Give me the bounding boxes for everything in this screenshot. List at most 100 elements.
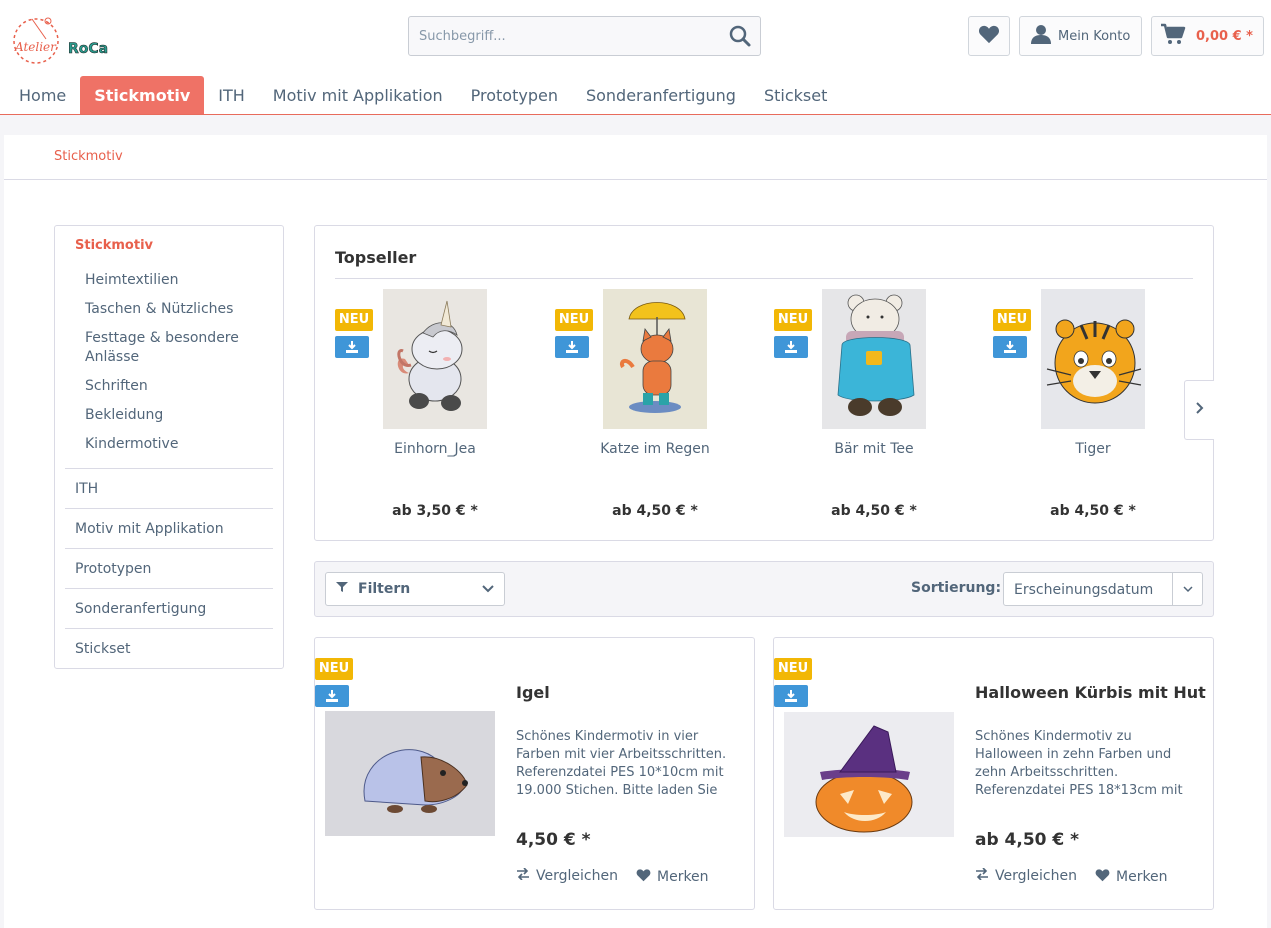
cart-button[interactable]: 0,00 € *	[1151, 16, 1264, 56]
nav-item-motiv-mit-applikation[interactable]: Motiv mit Applikation	[259, 76, 457, 114]
nav-item-home[interactable]: Home	[5, 76, 80, 114]
heart-icon	[978, 24, 1000, 48]
sort-select[interactable]: Erscheinungsdatum	[1003, 572, 1203, 606]
sidebar-item-stickmotiv[interactable]: Stickmotiv	[75, 238, 153, 253]
breadcrumb-item[interactable]: Stickmotiv	[54, 149, 123, 164]
sidebar-subitem[interactable]: Kindermotive	[85, 435, 255, 454]
topseller-item[interactable]: NEU Bär mit Tee ab 4,50 € *	[774, 289, 974, 529]
topseller-item-price: ab 3,50 € *	[392, 503, 478, 519]
topseller-item-name[interactable]: Tiger	[993, 441, 1193, 457]
download-icon	[315, 685, 349, 707]
nav-item-ith[interactable]: ITH	[204, 76, 259, 114]
wishlist-label: Merken	[1116, 869, 1168, 885]
svg-text:RoCa: RoCa	[68, 41, 108, 57]
new-badge: NEU	[555, 309, 593, 331]
nav-item-sonderanfertigung[interactable]: Sonderanfertigung	[572, 76, 750, 114]
chevron-down-icon	[1172, 573, 1202, 605]
compare-label: Vergleichen	[536, 868, 618, 884]
topseller-item-price: ab 4,50 € *	[831, 503, 917, 519]
sidebar-item-stickset[interactable]: Stickset	[75, 641, 130, 657]
compare-icon	[975, 867, 989, 884]
listing-actions: Filtern Sortierung: Erscheinungsdatum	[314, 561, 1214, 617]
breadcrumb: Stickmotiv	[4, 135, 1267, 180]
product-price: ab 4,50 € *	[975, 830, 1080, 850]
sidebar-item-prototypen[interactable]: Prototypen	[75, 561, 151, 577]
compare-button[interactable]: Vergleichen	[516, 867, 618, 884]
topseller-item[interactable]: NEU Einhorn_Jea ab 3,50 € *	[335, 289, 535, 529]
topseller-slider: Topseller NEU Einhorn_Jea ab 3,50 € * NE…	[314, 225, 1214, 541]
product-card: NEU Halloween Kürbis mit Hut Schönes Kin…	[773, 637, 1214, 910]
logo-graphic: Atelier RoCa	[13, 17, 108, 64]
product-title[interactable]: Halloween Kürbis mit Hut	[975, 683, 1206, 702]
sort-select-value: Erscheinungsdatum	[1014, 582, 1154, 598]
compare-button[interactable]: Vergleichen	[975, 867, 1077, 884]
download-icon	[555, 336, 589, 358]
sidebar-divider	[65, 508, 273, 509]
product-card: NEU Igel Schönes Kindermotiv in vier Far…	[314, 637, 755, 910]
sidebar-item-sonderanfertigung[interactable]: Sonderanfertigung	[75, 601, 206, 617]
sidebar-divider	[65, 588, 273, 589]
heart-icon	[1095, 868, 1110, 886]
logo[interactable]: Atelier RoCa	[12, 15, 116, 67]
wishlist-label: Merken	[657, 869, 709, 885]
product-image-katze-im-regen[interactable]	[603, 289, 707, 429]
main-nav: Home Stickmotiv ITH Motiv mit Applikatio…	[5, 76, 841, 114]
search-icon[interactable]	[728, 24, 752, 48]
download-icon	[774, 685, 808, 707]
topseller-item-name[interactable]: Einhorn_Jea	[335, 441, 535, 457]
topseller-title: Topseller	[335, 248, 417, 267]
cart-icon	[1160, 23, 1186, 49]
filter-button[interactable]: Filtern	[325, 572, 505, 606]
filter-label: Filtern	[358, 581, 411, 597]
download-icon	[335, 336, 369, 358]
chevron-right-icon	[1195, 401, 1205, 419]
product-description: Schönes Kindermotiv zu Halloween in zehn…	[975, 729, 1183, 798]
sort-label: Sortierung:	[911, 580, 1002, 596]
nav-item-prototypen[interactable]: Prototypen	[457, 76, 572, 114]
product-image-baer-mit-tee[interactable]	[822, 289, 926, 429]
sidebar-subitem[interactable]: Taschen & Nützliches	[85, 300, 255, 319]
heart-icon	[636, 868, 651, 886]
download-icon	[774, 336, 808, 358]
sidebar-subitem[interactable]: Heimtextilien	[85, 271, 255, 290]
sidebar-divider	[65, 548, 273, 549]
header-divider	[0, 114, 1271, 115]
topseller-item-name[interactable]: Bär mit Tee	[774, 441, 974, 457]
nav-item-stickmotiv[interactable]: Stickmotiv	[80, 76, 205, 114]
nav-item-stickset[interactable]: Stickset	[750, 76, 841, 114]
topseller-item-name[interactable]: Katze im Regen	[555, 441, 755, 457]
wishlist-add-button[interactable]: Merken	[636, 868, 709, 886]
product-image-tiger[interactable]	[1041, 289, 1145, 429]
new-badge: NEU	[774, 658, 812, 680]
sidebar-subitem[interactable]: Festtage & besondere Anlässe	[85, 329, 255, 367]
product-price: 4,50 € *	[516, 830, 591, 850]
topseller-divider	[335, 278, 1193, 279]
sidebar-subitem[interactable]: Schriften	[85, 377, 255, 396]
cart-total: 0,00 € *	[1196, 28, 1253, 44]
sidebar-subitem[interactable]: Bekleidung	[85, 406, 255, 425]
header: Atelier RoCa Mein Konto 0,00 € * Home St…	[0, 0, 1271, 115]
compare-label: Vergleichen	[995, 868, 1077, 884]
product-image-halloween-kuerbis[interactable]	[784, 712, 954, 837]
sidebar-item-motiv-mit-applikation[interactable]: Motiv mit Applikation	[75, 521, 224, 537]
account-button[interactable]: Mein Konto	[1019, 16, 1142, 56]
product-title[interactable]: Igel	[516, 683, 550, 702]
account-label: Mein Konto	[1058, 28, 1131, 44]
slider-next-button[interactable]	[1184, 380, 1214, 440]
wishlist-add-button[interactable]: Merken	[1095, 868, 1168, 886]
sidebar-item-ith[interactable]: ITH	[75, 481, 98, 497]
new-badge: NEU	[315, 658, 353, 680]
new-badge: NEU	[335, 309, 373, 331]
search-input[interactable]	[409, 17, 709, 55]
user-icon	[1030, 23, 1052, 49]
download-icon	[993, 336, 1027, 358]
wishlist-button[interactable]	[968, 16, 1010, 56]
topseller-item[interactable]: NEU Katze im Regen ab 4,50 € *	[555, 289, 755, 529]
compare-icon	[516, 867, 530, 884]
topseller-item[interactable]: NEU Tiger ab 4,50 € *	[993, 289, 1193, 529]
topseller-item-price: ab 4,50 € *	[612, 503, 698, 519]
search-box	[408, 16, 761, 56]
category-sidebar: Stickmotiv Heimtextilien Taschen & Nützl…	[54, 225, 284, 669]
product-image-igel[interactable]	[325, 711, 495, 836]
product-image-einhorn[interactable]	[383, 289, 487, 429]
